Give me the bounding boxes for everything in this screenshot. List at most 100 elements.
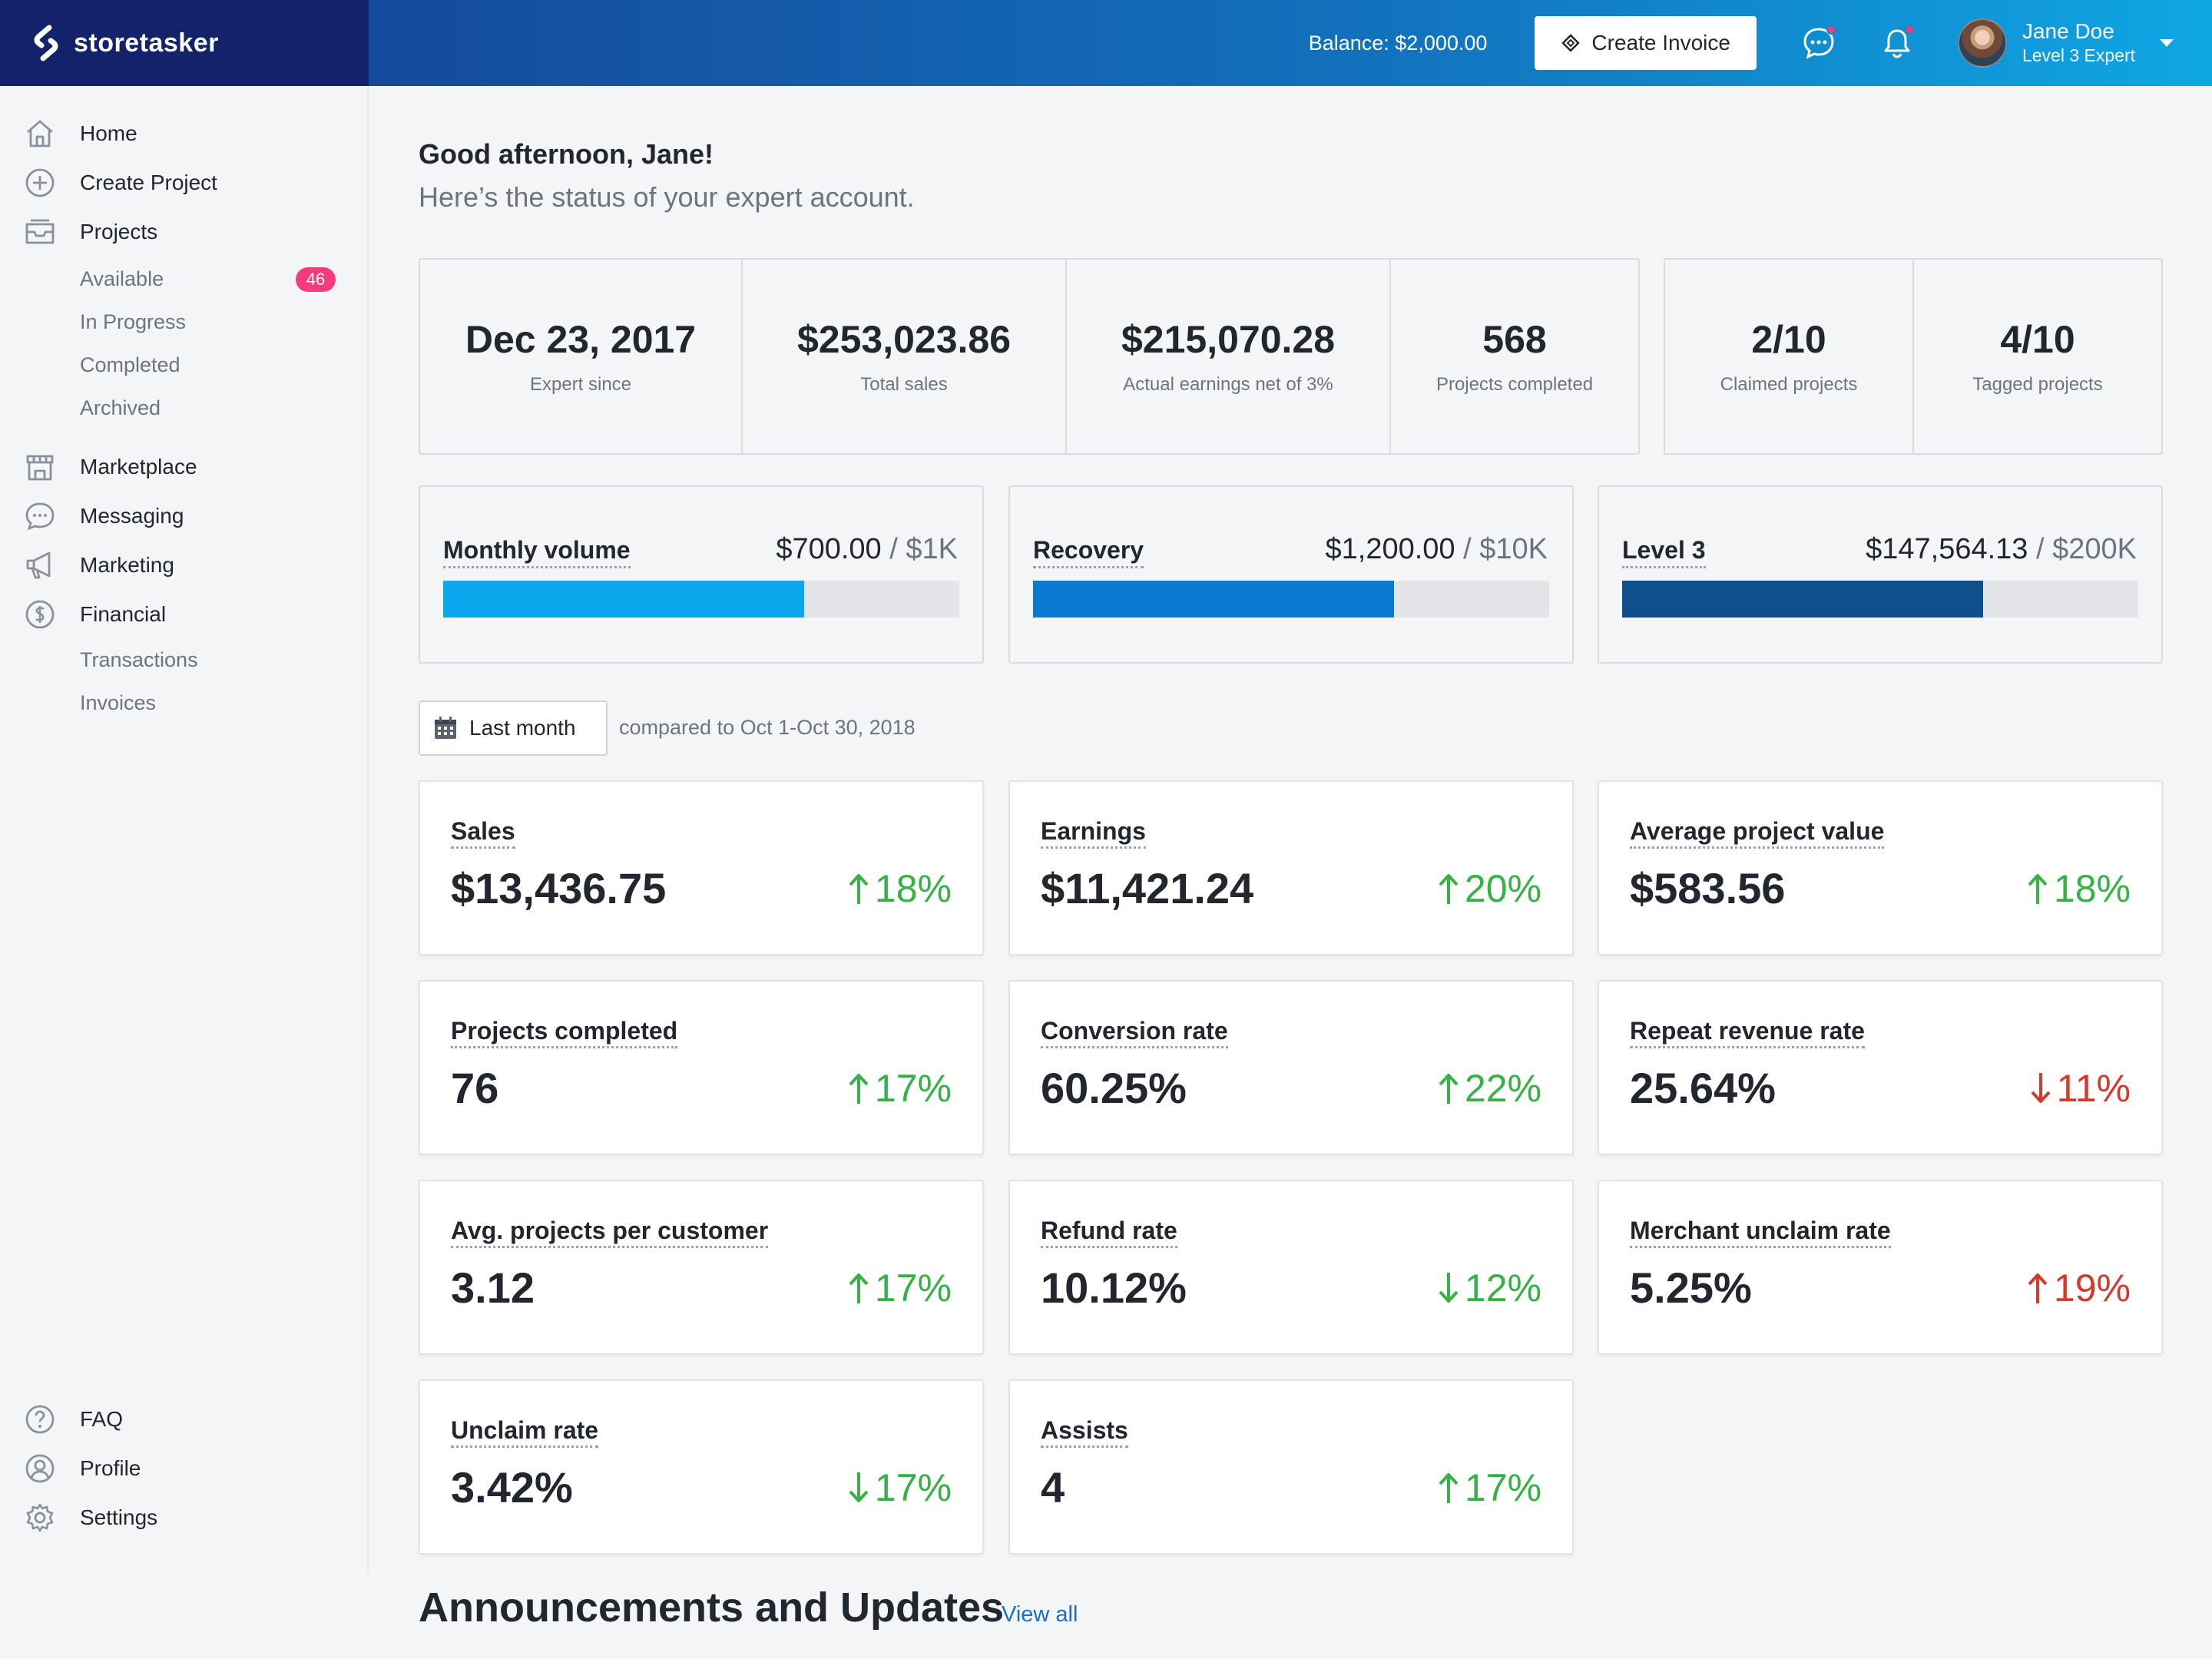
question-icon — [25, 1405, 55, 1434]
sidebar-item-label: Marketing — [80, 553, 174, 577]
stat-value: $215,070.28 — [1121, 318, 1336, 361]
sidebar-subitem-in-progress[interactable]: In Progress — [80, 310, 186, 334]
comparison-text: compared to Oct 1-Oct 30, 2018 — [619, 716, 916, 739]
sidebar-item-label: Profile — [80, 1456, 141, 1480]
sidebar-subitem-available[interactable]: Available — [80, 267, 164, 291]
progress-current: $147,564.13 — [1866, 533, 2028, 565]
sidebar-item-home[interactable]: Home — [23, 117, 137, 151]
stat-label: Claimed projects — [1720, 374, 1858, 395]
metric-label[interactable]: Avg. projects per customer — [451, 1217, 769, 1248]
brand-name: storetasker — [74, 28, 219, 58]
sidebar-subitem-archived[interactable]: Archived — [80, 396, 161, 420]
sidebar-item-profile[interactable]: Profile — [23, 1452, 141, 1485]
progress-track — [1622, 581, 2138, 618]
stat-label: Projects completed — [1435, 374, 1594, 395]
progress-label[interactable]: Level 3 — [1622, 536, 1706, 568]
progress-monthly-volume: Monthly volume $700.00 / $1K — [419, 485, 984, 664]
period-selector-button[interactable]: Last month — [419, 700, 608, 756]
metric-label[interactable]: Unclaim rate — [451, 1416, 599, 1448]
metric-card: Sales $13,436.75 18% — [419, 780, 984, 955]
sidebar-item-settings[interactable]: Settings — [23, 1501, 157, 1535]
progress-track — [1033, 581, 1549, 618]
home-icon — [27, 120, 53, 147]
messages-button[interactable] — [1801, 25, 1836, 61]
user-info: Jane Doe Level 3 Expert — [2022, 19, 2135, 67]
progress-track — [443, 581, 959, 618]
metric-change-value: 17% — [874, 1067, 952, 1110]
sidebar-subitem-completed[interactable]: Completed — [80, 353, 180, 377]
metric-change-value: 12% — [1464, 1267, 1541, 1310]
greeting-subtitle: Here’s the status of your expert account… — [419, 181, 915, 213]
announcements-title: Announcements and Updates — [419, 1584, 1005, 1631]
metric-card: Average project value $583.56 18% — [1598, 780, 2163, 955]
metric-change-value: 11% — [2056, 1067, 2131, 1110]
metric-card: Refund rate 10.12% 12% — [1008, 1180, 1574, 1355]
sidebar-item-projects[interactable]: Projects — [23, 215, 157, 249]
sidebar-item-create-project[interactable]: Create Project — [23, 166, 217, 200]
arrow-down-icon — [849, 1472, 869, 1502]
sidebar-item-label: Financial — [80, 602, 167, 626]
metric-label[interactable]: Merchant unclaim rate — [1630, 1217, 1891, 1248]
sidebar-item-marketplace[interactable]: Marketplace — [23, 450, 197, 484]
sidebar-item-label: Messaging — [80, 504, 184, 528]
metric-change: 19% — [2026, 1266, 2131, 1310]
progress-label[interactable]: Monthly volume — [443, 536, 631, 568]
arrow-up-icon — [1439, 1473, 1459, 1503]
progress-max: / $200K — [2028, 533, 2137, 565]
arrow-down-icon — [1439, 1273, 1459, 1303]
invoice-icon — [1561, 34, 1581, 52]
sidebar-subitem-transactions[interactable]: Transactions — [80, 648, 198, 672]
metric-label[interactable]: Average project value — [1630, 817, 1885, 849]
sidebar-item-faq[interactable]: FAQ — [23, 1402, 123, 1436]
sidebar-subitem-invoices[interactable]: Invoices — [80, 691, 156, 715]
progress-current: $700.00 — [776, 533, 882, 565]
metric-change-value: 22% — [1464, 1067, 1541, 1110]
metric-value: 25.64% — [1630, 1064, 1776, 1112]
metric-value: 3.12 — [451, 1263, 535, 1312]
stat-tagged-projects: 4/10 Tagged projects — [1914, 260, 2161, 453]
progress-fill — [1033, 581, 1395, 618]
metric-label[interactable]: Earnings — [1041, 817, 1146, 849]
metric-change-value: 18% — [2053, 867, 2131, 910]
available-count-badge: 46 — [296, 267, 336, 292]
user-menu[interactable]: Jane Doe Level 3 Expert — [1957, 18, 2174, 68]
stat-total-sales: $253,023.86 Total sales — [743, 260, 1067, 453]
metric-change: 20% — [1437, 866, 1541, 911]
view-all-link[interactable]: View all — [1002, 1602, 1078, 1628]
store-icon — [26, 455, 54, 481]
stat-value: 2/10 — [1751, 318, 1826, 361]
user-level: Level 3 Expert — [2022, 45, 2135, 65]
metric-label[interactable]: Repeat revenue rate — [1630, 1017, 1865, 1048]
dollar-icon — [25, 600, 55, 629]
metric-label[interactable]: Conversion rate — [1041, 1017, 1228, 1048]
sidebar-item-marketing[interactable]: Marketing — [23, 548, 174, 582]
sidebar-item-label: Home — [80, 121, 137, 145]
stat-label: Actual earnings net of 3% — [1123, 374, 1333, 395]
metric-change: 17% — [847, 1066, 952, 1111]
avatar — [1957, 18, 2007, 68]
notifications-button[interactable] — [1879, 25, 1915, 61]
arrow-up-icon — [849, 874, 869, 904]
metric-change: 17% — [847, 1266, 952, 1310]
metric-value: 76 — [451, 1064, 499, 1112]
metric-label[interactable]: Refund rate — [1041, 1217, 1177, 1248]
metric-card: Projects completed 76 17% — [419, 980, 984, 1155]
calendar-icon — [435, 717, 456, 739]
gear-icon — [26, 1503, 54, 1532]
metric-change: 17% — [847, 1465, 952, 1510]
metric-label[interactable]: Assists — [1041, 1416, 1128, 1448]
progress-label[interactable]: Recovery — [1033, 536, 1144, 568]
arrow-up-icon — [849, 1273, 869, 1303]
user-name: Jane Doe — [2022, 19, 2114, 43]
sidebar-item-financial[interactable]: Financial — [23, 598, 166, 631]
metric-label[interactable]: Projects completed — [451, 1017, 678, 1048]
metric-change: 17% — [1437, 1465, 1541, 1510]
brand[interactable]: storetasker — [0, 0, 369, 86]
arrow-up-icon — [2028, 1273, 2048, 1303]
sidebar-item-label: FAQ — [80, 1407, 124, 1431]
create-invoice-button[interactable]: Create Invoice — [1535, 16, 1757, 70]
sidebar-item-messaging[interactable]: Messaging — [23, 499, 184, 533]
metric-label[interactable]: Sales — [451, 817, 515, 849]
progress-fill — [443, 581, 805, 618]
metric-value: 10.12% — [1041, 1263, 1187, 1312]
